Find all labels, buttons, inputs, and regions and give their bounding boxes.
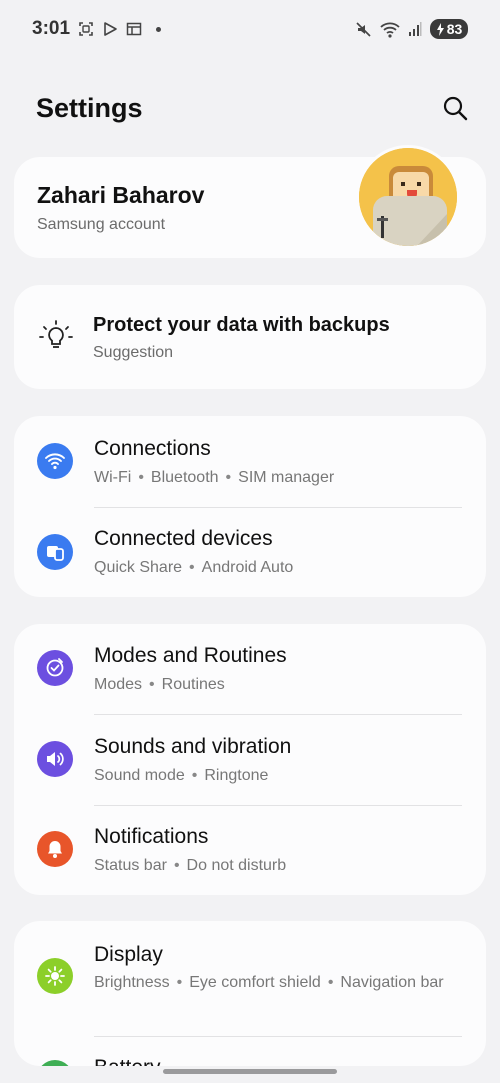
status-time: 3:01	[32, 18, 71, 39]
modes-routines-icon	[37, 650, 73, 686]
notifications-title: Notifications	[94, 825, 209, 848]
search-icon	[443, 96, 468, 121]
settings-item-connections[interactable]: Connections Wi-Fi • Bluetooth • SIM manager	[14, 416, 486, 506]
account-subtitle: Samsung account	[37, 216, 166, 233]
modes-routines-subtitle: Modes • Routines	[94, 676, 225, 693]
wifi-icon	[37, 443, 73, 479]
battery-title: Battery	[94, 1056, 161, 1066]
speaker-icon	[37, 741, 73, 777]
screenshot-icon	[78, 21, 94, 37]
play-store-icon	[102, 21, 118, 37]
display-subtitle: Brightness • Eye comfort shield • Navigation…	[94, 974, 444, 991]
settings-group-display: Display Brightness • Eye comfort shield • Na…	[14, 921, 486, 1066]
signal-icon	[408, 21, 422, 37]
settings-item-battery[interactable]: Battery	[14, 1036, 486, 1066]
settings-item-notifications[interactable]: Notifications Status bar • Do not disturb	[14, 805, 486, 895]
suggestion-title: Protect your data with backups	[93, 314, 390, 336]
settings-item-sounds-vibration[interactable]: Sounds and vibration Sound mode • Ringtone	[14, 714, 486, 804]
connected-devices-title: Connected devices	[94, 527, 273, 550]
status-left: 3:01	[32, 18, 162, 40]
modes-routines-title: Modes and Routines	[94, 644, 287, 667]
settings-item-connected-devices[interactable]: Connected devices Quick Share • Android Au…	[14, 507, 486, 597]
notification-dot-icon	[156, 26, 162, 32]
status-bar: 3:01 83	[0, 0, 500, 58]
battery-level: 83	[446, 21, 463, 37]
samsung-account-card[interactable]: Zahari Baharov Samsung account	[14, 145, 486, 258]
header: Settings	[36, 88, 470, 128]
sounds-vibration-title: Sounds and vibration	[94, 735, 292, 758]
account-name: Zahari Baharov	[37, 182, 205, 208]
brightness-icon	[37, 958, 73, 994]
search-button[interactable]	[440, 93, 470, 123]
settings-item-modes-routines[interactable]: Modes and Routines Modes • Routines	[14, 624, 486, 714]
lightbulb-icon	[38, 319, 74, 355]
settings-group-connectivity: Connections Wi-Fi • Bluetooth • SIM manager …	[14, 416, 486, 597]
battery-icon: 83	[430, 19, 468, 39]
notifications-subtitle: Status bar • Do not disturb	[94, 857, 287, 874]
suggestion-subtitle: Suggestion	[93, 344, 174, 361]
display-title: Display	[94, 943, 163, 966]
page-title: Settings	[36, 92, 143, 123]
connections-title: Connections	[94, 437, 211, 460]
mute-icon	[355, 21, 372, 38]
status-right: 83	[355, 19, 468, 39]
battery-settings-icon	[37, 1060, 73, 1066]
connections-subtitle: Wi-Fi • Bluetooth • SIM manager	[94, 469, 335, 486]
wifi-icon	[380, 21, 400, 38]
sounds-vibration-subtitle: Sound mode • Ringtone	[94, 767, 269, 784]
connected-devices-subtitle: Quick Share • Android Auto	[94, 559, 294, 576]
settings-item-display[interactable]: Display Brightness • Eye comfort shield • Na…	[14, 921, 486, 1036]
calendar-icon	[126, 21, 142, 37]
connected-devices-icon	[37, 534, 73, 570]
backup-suggestion-card[interactable]: Protect your data with backups Suggestio…	[14, 285, 486, 389]
avatar[interactable]	[356, 145, 460, 249]
bell-icon	[37, 831, 73, 867]
settings-group-personalization: Modes and Routines Modes • Routines Sounds…	[14, 624, 486, 895]
home-indicator[interactable]	[163, 1069, 337, 1074]
